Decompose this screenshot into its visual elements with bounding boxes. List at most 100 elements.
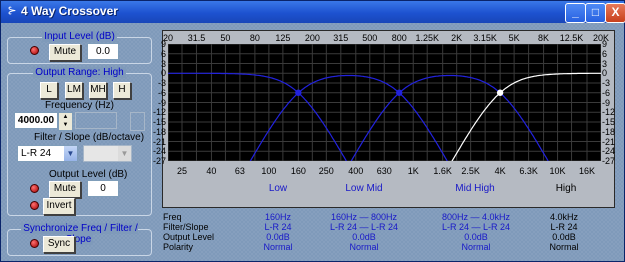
bottom-tick-label: 4K: [494, 166, 506, 176]
low-mid-freq: 160Hz — 800Hz: [330, 212, 398, 222]
sync-group: Synchronize Freq / Filter / Slope: [7, 223, 152, 256]
bottom-tick-label: 6.3K: [519, 166, 538, 176]
input-mute-button[interactable]: Mute: [49, 44, 81, 61]
bottom-tick-label: 2.5K: [461, 166, 480, 176]
chevron-down-icon: ▼: [118, 146, 131, 161]
y-tick-label-left: -27: [152, 156, 166, 166]
low-mid-filter: L-R 24 — L-R 24: [329, 222, 399, 232]
y-tick-label-left: -9: [157, 97, 166, 108]
high-level: 0.0dB: [552, 232, 576, 242]
low-mid-level: 0.0dB: [352, 232, 376, 242]
invert-button[interactable]: Invert: [43, 198, 75, 215]
range-low-button[interactable]: L: [40, 82, 58, 99]
row-label-polarity: Polarity: [163, 242, 194, 252]
top-tick-label: 31.5: [187, 33, 206, 43]
output-mute-led: [30, 184, 39, 193]
top-tick-label: 2K: [451, 33, 463, 43]
close-button[interactable]: X: [605, 3, 625, 23]
y-tick-label-right: -27: [602, 156, 616, 166]
bottom-tick-label: 400: [348, 166, 364, 176]
top-tick-label: 800: [391, 33, 407, 43]
mid-high-filter: L-R 24 — L-R 24: [441, 222, 511, 232]
bottom-tick-label: 16K: [578, 166, 595, 176]
y-tick-label-left: 0: [160, 68, 166, 79]
top-tick-label: 5K: [508, 33, 520, 43]
maximize-button[interactable]: □: [585, 3, 606, 23]
top-tick-label: 500: [362, 33, 378, 43]
range-mid-high-button[interactable]: MH: [89, 82, 107, 99]
y-tick-label-left: -6: [157, 87, 166, 98]
row-label-level: Output Level: [163, 232, 215, 242]
chevron-down-icon[interactable]: ▼: [64, 146, 77, 161]
mid-high-level: 0.0dB: [464, 232, 488, 242]
low-polarity: Normal: [263, 242, 293, 252]
input-level-field[interactable]: 0.0: [87, 43, 119, 60]
mid-high-polarity: Normal: [461, 242, 491, 252]
crossover-marker: [295, 89, 302, 96]
frequency-spinner[interactable]: ▲ ▼: [58, 112, 73, 131]
y-tick-label-right: -6: [602, 87, 611, 98]
low-level: 0.0dB: [266, 232, 290, 242]
band-high-label: High: [555, 183, 577, 194]
bottom-tick-label: 1.6K: [433, 166, 452, 176]
top-tick-label: 12.5K: [559, 33, 584, 43]
bottom-tick-label: 40: [206, 166, 217, 176]
output-level-field[interactable]: 0: [87, 180, 119, 197]
y-tick-label-left: 6: [160, 48, 166, 59]
top-tick-label: 200: [304, 33, 320, 43]
output-mute-button[interactable]: Mute: [49, 181, 81, 198]
top-tick-label: 315: [333, 33, 349, 43]
sync-button[interactable]: Sync: [43, 236, 75, 253]
frequency-field[interactable]: 4000.00: [14, 112, 58, 129]
bottom-tick-label: 100: [261, 166, 277, 176]
top-tick-label: 50: [220, 33, 231, 43]
mid-high-freq: 800Hz — 4.0kHz: [441, 212, 511, 222]
high-freq: 4.0kHz: [549, 212, 578, 222]
bottom-tick-label: 10K: [549, 166, 566, 176]
row-label-freq: Freq: [163, 212, 182, 222]
frequency-response-plot[interactable]: [168, 44, 601, 161]
filter-slope-value: L-R 24: [21, 148, 52, 159]
bottom-tick-label: 630: [376, 166, 392, 176]
range-high-button[interactable]: H: [113, 82, 131, 99]
crossover-app-icon: ⊱: [7, 5, 17, 17]
range-low-mid-button[interactable]: LM: [65, 82, 83, 99]
crossover-marker: [396, 89, 403, 96]
y-tick-label-right: -15: [602, 117, 616, 127]
title-bar[interactable]: ⊱ 4 Way Crossover _ □ X: [1, 1, 625, 23]
high-polarity: Normal: [549, 242, 579, 252]
y-tick-label-left: -3: [157, 78, 166, 88]
y-tick-label-right: -18: [602, 126, 616, 137]
minimize-button[interactable]: _: [565, 3, 586, 23]
y-tick-label-right: -24: [602, 146, 616, 157]
y-tick-label-left: -15: [152, 117, 166, 127]
bottom-tick-label: 63: [234, 166, 245, 176]
y-tick-label-right: 9: [602, 39, 608, 49]
row-label-filter: Filter/Slope: [163, 222, 209, 232]
top-tick-label: 1.25K: [415, 33, 439, 43]
low-mid-polarity: Normal: [349, 242, 379, 252]
low-freq: 160Hz: [264, 212, 291, 222]
bottom-tick-label: 160: [290, 166, 306, 176]
filter-slope-label: Filter / Slope (dB/octave): [34, 132, 145, 143]
invert-led: [30, 201, 39, 210]
top-tick-label: 3.15K: [473, 33, 497, 43]
top-tick-label: 80: [249, 33, 260, 43]
y-tick-label-right: -3: [602, 78, 611, 88]
high-filter: L-R 24: [550, 222, 578, 232]
top-tick-label: 125: [275, 33, 291, 43]
y-tick-label-right: -12: [602, 107, 616, 118]
frequency-disabled-field: [75, 112, 117, 129]
band-low-mid-label: Low Mid: [345, 183, 383, 194]
output-range-title: Output Range: High: [33, 67, 126, 78]
band-mid-high-label: Mid High: [455, 183, 495, 194]
crossover-marker: [496, 89, 504, 96]
frequency-label: Frequency (Hz): [45, 100, 114, 111]
filter-slope-select[interactable]: L-R 24 ▼: [17, 145, 78, 162]
y-tick-label-right: 3: [602, 58, 608, 69]
y-tick-label-right: 0: [602, 68, 608, 79]
low-filter: L-R 24: [264, 222, 292, 232]
y-tick-label-right: 6: [602, 48, 608, 59]
y-tick-label-left: 3: [160, 58, 166, 69]
y-tick-label-right: -9: [602, 97, 611, 108]
